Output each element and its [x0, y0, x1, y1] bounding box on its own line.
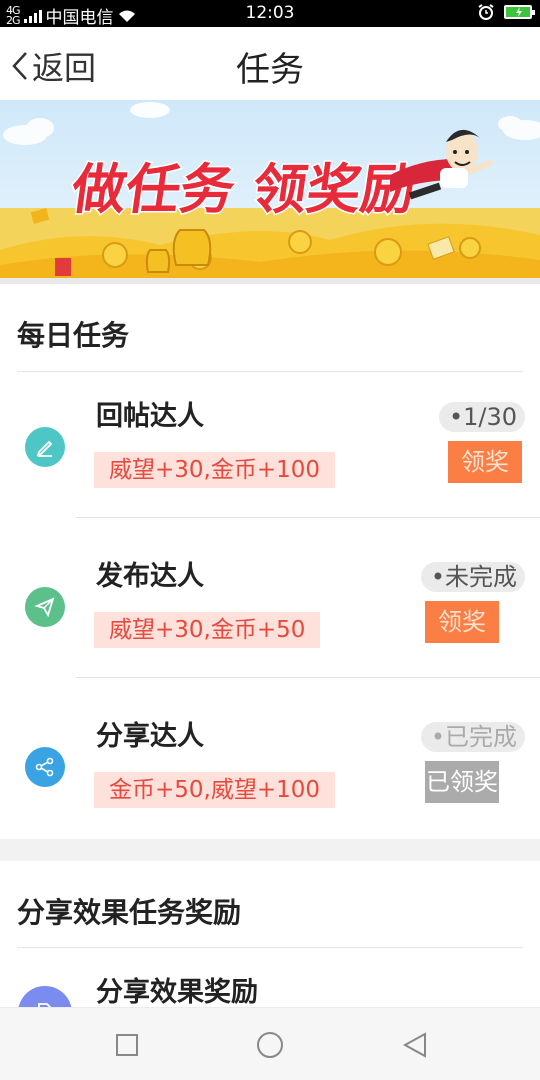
alarm-icon	[478, 4, 494, 20]
task-row-reply: 回帖达人 威望+30,金币+100 •1/30 领奖	[0, 372, 540, 532]
pencil-icon	[25, 427, 65, 467]
banner-headline: 做任务 领奖励	[67, 158, 420, 221]
task-row-post: 发布达人 威望+30,金币+50 •未完成 领奖	[0, 532, 540, 692]
back-nav-button[interactable]	[400, 1030, 430, 1060]
document-icon	[18, 986, 72, 1007]
task-progress-badge: •1/30	[438, 402, 525, 432]
home-button[interactable]	[255, 1030, 285, 1060]
battery-charging-icon	[504, 5, 535, 19]
section-title-daily: 每日任务	[17, 319, 130, 352]
task-name: 回帖达人	[96, 401, 204, 432]
claim-reward-button[interactable]: 领奖	[425, 601, 499, 643]
task-status-badge: •未完成	[420, 562, 525, 592]
recent-apps-button[interactable]	[112, 1030, 142, 1060]
row-divider	[76, 517, 540, 518]
task-name: 分享达人	[96, 721, 204, 752]
promo-banner[interactable]: 做任务 领奖励	[0, 100, 540, 280]
claimed-button[interactable]: 已领奖	[425, 761, 499, 803]
task-reward: 威望+30,金币+100	[94, 452, 336, 488]
back-button[interactable]: 返回	[10, 43, 96, 89]
app-header: 返回 任务	[0, 27, 540, 100]
back-label: 返回	[32, 49, 97, 87]
task-reward: 金币+50,威望+100	[94, 772, 336, 808]
task-reward: 威望+30,金币+50	[94, 612, 321, 648]
paper-plane-icon	[25, 587, 65, 627]
daily-tasks-section: 每日任务 回帖达人 威望+30,金币+100 •1/30 领奖 发布达人 威望+…	[0, 284, 540, 839]
task-name: 分享效果奖励	[96, 977, 258, 1007]
task-row-share-effect: 分享效果奖励	[0, 948, 540, 1007]
clock: 12:03	[245, 3, 295, 23]
claim-reward-button[interactable]: 领奖	[448, 441, 522, 483]
row-divider	[76, 677, 540, 678]
chevron-left-icon	[12, 52, 27, 80]
share-effect-section: 分享效果任务奖励 分享效果奖励	[0, 861, 540, 1007]
share-icon	[25, 747, 65, 787]
task-name: 发布达人	[96, 561, 204, 592]
status-bar: 4G 2G 中国电信 12:03	[0, 0, 540, 28]
section-title-share-effect: 分享效果任务奖励	[17, 896, 242, 929]
task-row-share: 分享达人 金币+50,威望+100 •已完成 已领奖	[0, 692, 540, 852]
banner-illustration: 做任务 领奖励	[0, 102, 540, 280]
task-status-badge: •已完成	[420, 722, 525, 752]
system-navigation-bar	[0, 1007, 540, 1080]
